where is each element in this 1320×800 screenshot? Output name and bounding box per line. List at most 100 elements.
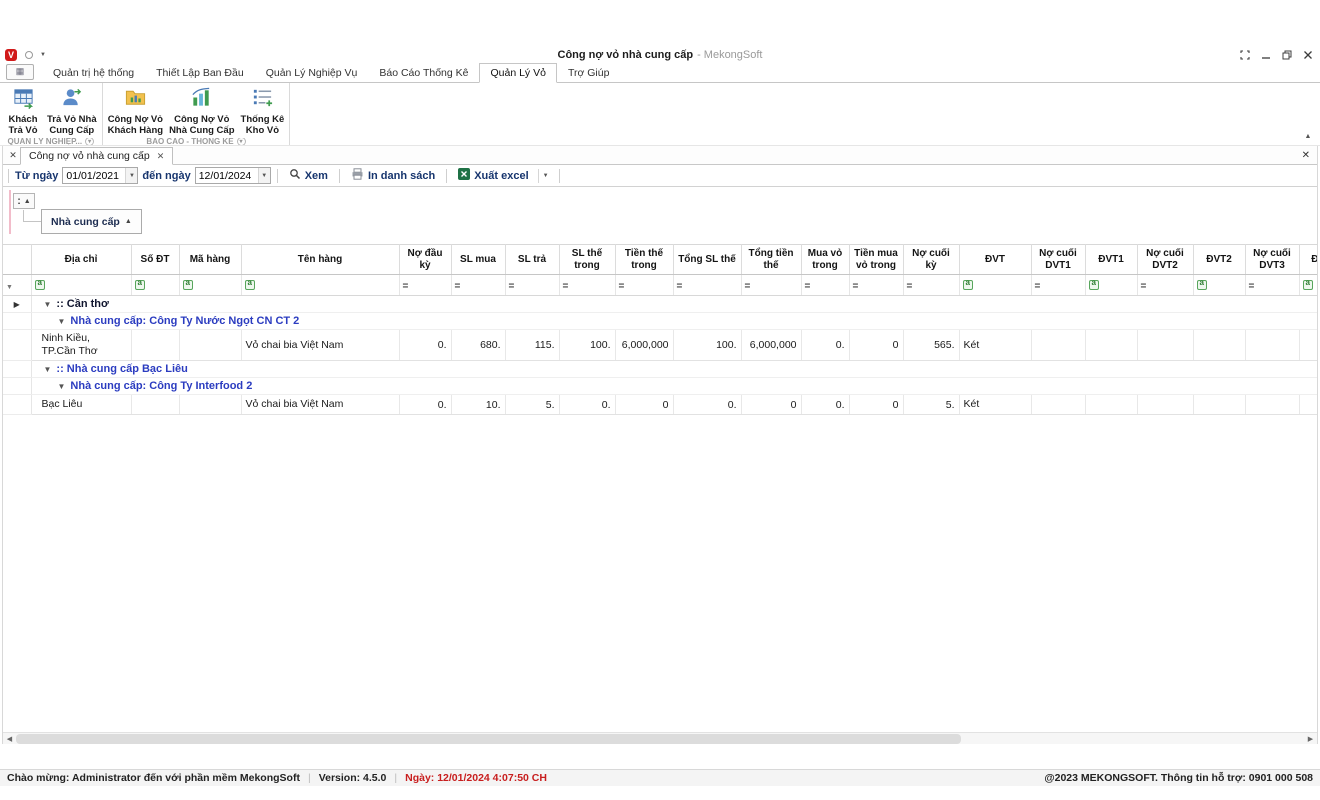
filter-cell[interactable]: =	[399, 275, 451, 296]
data-cell[interactable]	[131, 395, 179, 415]
data-cell[interactable]: Vỏ chai bia Việt Nam	[241, 395, 399, 415]
from-date-dropdown-icon[interactable]: ▼	[125, 168, 137, 183]
to-date-input[interactable]	[196, 168, 258, 183]
group-cell[interactable]: ▼:: Cần thơ	[31, 296, 1317, 313]
fullscreen-icon[interactable]	[1240, 50, 1250, 60]
filter-cell[interactable]: =	[505, 275, 559, 296]
group-field-mini-box[interactable]: : ▲	[13, 193, 35, 209]
ribbon-tab-thiet-lap-ban-dau[interactable]: Thiết Lập Ban Đầu	[145, 63, 255, 83]
dialog-launcher-icon[interactable]: ▾	[237, 138, 246, 145]
to-date-dropdown-icon[interactable]: ▼	[258, 168, 270, 183]
data-cell[interactable]: 0	[849, 395, 903, 415]
from-date-input[interactable]	[63, 168, 125, 183]
data-cell[interactable]: 6,000,000	[615, 330, 673, 361]
column-header[interactable]: Nợ đầu kỳ	[399, 245, 451, 275]
data-cell[interactable]: 0.	[801, 330, 849, 361]
filter-cell[interactable]	[1085, 275, 1137, 296]
data-cell[interactable]	[1193, 330, 1245, 361]
data-cell[interactable]: 5.	[505, 395, 559, 415]
filter-cell[interactable]	[31, 275, 131, 296]
filter-cell[interactable]: =	[741, 275, 801, 296]
filter-cell[interactable]: =	[903, 275, 959, 296]
scrollbar-track[interactable]	[16, 733, 1304, 745]
ribbon-tab-quan-ly-vo[interactable]: Quản Lý Vỏ	[479, 63, 556, 83]
filter-cell[interactable]: =	[615, 275, 673, 296]
data-cell[interactable]	[1137, 330, 1193, 361]
minimize-icon[interactable]	[1261, 50, 1271, 60]
data-cell[interactable]	[1085, 330, 1137, 361]
filter-cell[interactable]	[1299, 275, 1317, 296]
column-header[interactable]: SL mua	[451, 245, 505, 275]
data-cell[interactable]: 5.	[903, 395, 959, 415]
group-cell[interactable]: ▼Nhà cung cấp: Công Ty Interfood 2	[31, 378, 1317, 395]
scroll-left-icon[interactable]: ◀	[3, 733, 16, 745]
tabstrip-close-icon[interactable]: ✕	[1302, 150, 1314, 164]
data-cell[interactable]	[1299, 330, 1317, 361]
khach-tra-vo-button[interactable]: Khách Trả Vỏ	[2, 84, 44, 138]
filter-indicator-cell[interactable]: ▼	[3, 275, 31, 296]
quick-access-circle-icon[interactable]	[25, 51, 33, 59]
column-header[interactable]: Mã hàng	[179, 245, 241, 275]
data-cell[interactable]	[1245, 330, 1299, 361]
column-header[interactable]: SL trả	[505, 245, 559, 275]
document-tab-cong-no-vo[interactable]: Công nợ vỏ nhà cung cấp ✕	[20, 147, 173, 165]
column-header[interactable]: Tổng tiền thế	[741, 245, 801, 275]
quick-access-dropdown-icon[interactable]: ▼	[40, 52, 46, 58]
filter-cell[interactable]: =	[559, 275, 615, 296]
data-cell[interactable]: 0.	[673, 395, 741, 415]
column-header[interactable]: Nợ cuối DVT3	[1245, 245, 1299, 275]
filter-cell[interactable]: =	[1137, 275, 1193, 296]
column-header[interactable]: Số ĐT	[131, 245, 179, 275]
column-header[interactable]: SL thế trong	[559, 245, 615, 275]
close-icon[interactable]	[1303, 50, 1313, 60]
data-cell[interactable]	[1137, 395, 1193, 415]
ribbon-tab-quan-tri-he-thong[interactable]: Quản trị hệ thống	[42, 63, 145, 83]
data-cell[interactable]: 115.	[505, 330, 559, 361]
data-cell[interactable]	[1085, 395, 1137, 415]
column-header[interactable]: ĐVT3	[1299, 245, 1317, 275]
group-row[interactable]: ▼:: Nhà cung cấp Bạc Liêu	[3, 361, 1317, 378]
data-cell[interactable]: Két	[959, 330, 1031, 361]
filter-cell[interactable]	[179, 275, 241, 296]
data-cell[interactable]: 100.	[673, 330, 741, 361]
data-cell[interactable]: Vỏ chai bia Việt Nam	[241, 330, 399, 361]
column-header[interactable]: Tên hàng	[241, 245, 399, 275]
group-cell[interactable]: ▼Nhà cung cấp: Công Ty Nước Ngọt CN CT 2	[31, 313, 1317, 330]
ribbon-tab-tro-giup[interactable]: Trợ Giúp	[557, 63, 621, 83]
column-header[interactable]: Tiền thế trong	[615, 245, 673, 275]
filter-cell[interactable]: =	[849, 275, 903, 296]
filter-cell[interactable]	[241, 275, 399, 296]
data-cell[interactable]: Bạc Liêu	[31, 395, 131, 415]
ribbon-tab-bao-cao-thong-ke[interactable]: Báo Cáo Thống Kê	[368, 63, 479, 83]
data-cell[interactable]: 10.	[451, 395, 505, 415]
data-cell[interactable]: 680.	[451, 330, 505, 361]
filter-cell[interactable]	[959, 275, 1031, 296]
filter-cell[interactable]	[1193, 275, 1245, 296]
column-header[interactable]: Nợ cuối DVT1	[1031, 245, 1085, 275]
group-row[interactable]: ▼Nhà cung cấp: Công Ty Interfood 2	[3, 378, 1317, 395]
data-cell[interactable]: Két	[959, 395, 1031, 415]
dialog-launcher-icon[interactable]: ▾	[85, 138, 94, 145]
group-field-nha-cung-cap[interactable]: Nhà cung cấp ▲	[41, 209, 142, 234]
data-cell[interactable]: 0.	[559, 395, 615, 415]
data-cell[interactable]	[1299, 395, 1317, 415]
data-cell[interactable]	[179, 330, 241, 361]
app-menu-button[interactable]: ▦	[6, 64, 34, 80]
column-header[interactable]: ĐVT1	[1085, 245, 1137, 275]
group-expand-icon[interactable]: ▼	[44, 300, 52, 309]
column-header[interactable]: Nợ cuối kỳ	[903, 245, 959, 275]
data-cell[interactable]: 6,000,000	[741, 330, 801, 361]
data-cell[interactable]: Ninh Kiều, TP.Cần Thơ	[31, 330, 131, 361]
filter-cell[interactable]: =	[801, 275, 849, 296]
cong-no-vo-nha-cung-cap-button[interactable]: Công Nợ Vỏ Nhà Cung Cấp	[166, 84, 237, 138]
column-header[interactable]: Mua vỏ trong	[801, 245, 849, 275]
data-cell[interactable]	[1245, 395, 1299, 415]
restore-icon[interactable]	[1282, 50, 1292, 60]
scroll-right-icon[interactable]: ▶	[1304, 733, 1317, 745]
thong-ke-kho-vo-button[interactable]: Thống Kê Kho Vỏ	[238, 84, 288, 138]
column-header[interactable]: ĐVT	[959, 245, 1031, 275]
data-cell[interactable]: 565.	[903, 330, 959, 361]
ribbon-collapse-icon[interactable]: ▲	[1301, 131, 1315, 143]
column-header[interactable]: Nợ cuối DVT2	[1137, 245, 1193, 275]
group-expand-icon[interactable]: ▼	[58, 317, 66, 326]
